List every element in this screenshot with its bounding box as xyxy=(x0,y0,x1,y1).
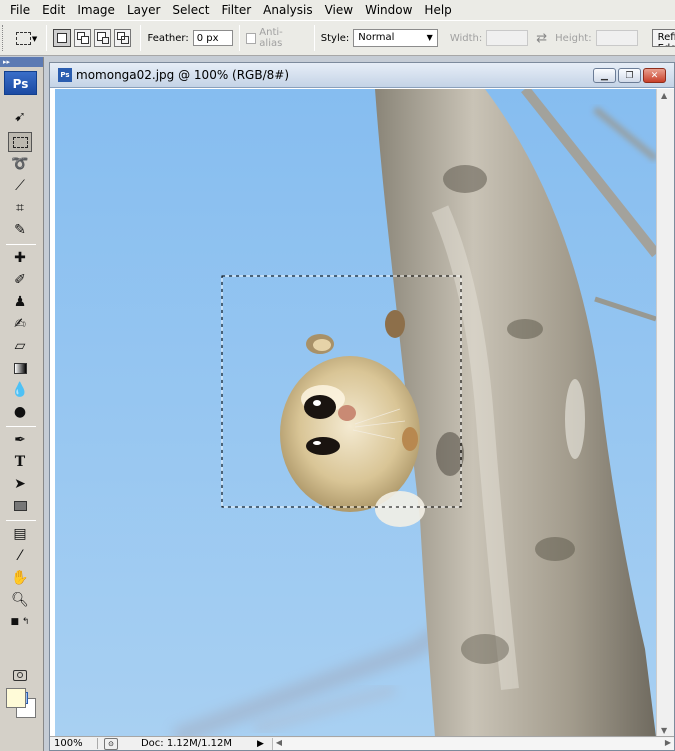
foreground-color-swatch[interactable] xyxy=(6,688,26,708)
doc-size-info: Doc: 1.12M/1.12M xyxy=(140,738,233,749)
quick-mask-icon[interactable] xyxy=(8,665,32,685)
height-label: Height: xyxy=(555,32,592,44)
style-value: Normal xyxy=(358,32,395,43)
feather-label: Feather: xyxy=(147,32,189,44)
type-tool-icon[interactable]: T xyxy=(8,452,32,472)
scroll-down-icon[interactable]: ▼ xyxy=(661,726,667,735)
swap-dimensions-icon[interactable]: ⇄ xyxy=(536,31,547,46)
close-button[interactable]: ✕ xyxy=(643,68,666,83)
menu-layer[interactable]: Layer xyxy=(121,0,166,20)
dodge-tool-icon[interactable]: ● xyxy=(8,402,32,422)
divider xyxy=(6,426,36,427)
image-canvas[interactable] xyxy=(55,89,656,737)
toolbox-collapse-icon[interactable]: ▸▸ xyxy=(0,57,43,67)
options-bar: ▼ Feather: Anti-alias Style: Normal ▼ Wi… xyxy=(0,20,675,56)
toolbox: ▸▸ Ps ➹ ➰ ⟋ ⌗ ✎ ✚ ✐ ♟ ✍ ▱ 💧 ● ✒ T ➤ ▤ ⁄ … xyxy=(0,57,44,751)
add-to-selection-button[interactable] xyxy=(73,29,91,47)
divider xyxy=(313,25,315,51)
menu-analysis[interactable]: Analysis xyxy=(257,0,318,20)
menu-filter[interactable]: Filter xyxy=(215,0,257,20)
rectangle-shape-tool-icon[interactable] xyxy=(8,496,32,516)
scroll-left-icon[interactable]: ◀ xyxy=(276,738,282,747)
minimize-icon: ▁ xyxy=(601,70,608,81)
rectangular-marquee-icon xyxy=(15,31,31,45)
width-input[interactable] xyxy=(486,30,529,46)
photoshop-logo[interactable]: Ps xyxy=(4,71,37,95)
chevron-down-icon: ▼ xyxy=(31,35,38,43)
restore-icon: ❐ xyxy=(625,70,634,81)
window-controls: ▁ ❐ ✕ xyxy=(591,68,666,83)
menu-file[interactable]: File xyxy=(4,0,36,20)
divider xyxy=(6,520,36,521)
history-brush-tool-icon[interactable]: ✍ xyxy=(8,314,32,334)
intersect-selection-button[interactable] xyxy=(114,29,132,47)
menu-window[interactable]: Window xyxy=(359,0,418,20)
slice-tool-icon[interactable]: ✎ xyxy=(8,220,32,240)
status-menu-arrow-icon[interactable]: ▶ xyxy=(257,739,264,749)
status-bar: 100% ⊙ Doc: 1.12M/1.12M ▶ ◀ ▶ xyxy=(50,736,674,750)
menu-view[interactable]: View xyxy=(319,0,359,20)
eyedropper-tool-icon[interactable]: ⁄ xyxy=(8,546,32,566)
width-label: Width: xyxy=(449,32,483,44)
divider xyxy=(46,25,48,51)
magic-wand-tool-icon[interactable]: ⟋ xyxy=(8,176,32,196)
scroll-up-icon[interactable]: ▲ xyxy=(661,91,667,100)
blur-tool-icon[interactable]: 💧 xyxy=(8,380,32,400)
menu-help[interactable]: Help xyxy=(418,0,457,20)
vertical-scrollbar[interactable]: ▲ ▼ xyxy=(656,89,674,737)
divider xyxy=(6,244,36,245)
notes-tool-icon[interactable]: ▤ xyxy=(8,524,32,544)
brush-tool-icon[interactable]: ✐ xyxy=(8,270,32,290)
status-info-icon[interactable]: ⊙ xyxy=(104,737,118,750)
default-colors-icon[interactable]: ■ ↰ xyxy=(8,612,32,632)
horizontal-scrollbar[interactable]: ◀ ▶ xyxy=(271,737,674,750)
menu-image[interactable]: Image xyxy=(71,0,121,20)
menu-select[interactable]: Select xyxy=(166,0,215,20)
pen-tool-icon[interactable]: ✒ xyxy=(8,430,32,450)
menu-edit[interactable]: Edit xyxy=(36,0,71,20)
divider xyxy=(140,25,142,51)
eraser-tool-icon[interactable]: ▱ xyxy=(8,336,32,356)
document-title: momonga02.jpg @ 100% (RGB/8#) xyxy=(76,68,290,82)
tool-preset-picker[interactable]: ▼ xyxy=(6,25,40,51)
crop-tool-icon[interactable]: ⌗ xyxy=(8,198,32,218)
style-label: Style: xyxy=(320,32,350,44)
lasso-tool-icon[interactable]: ➰ xyxy=(8,154,32,174)
subtract-from-selection-button[interactable] xyxy=(93,29,112,47)
healing-brush-tool-icon[interactable]: ✚ xyxy=(8,248,32,268)
ps-document-icon: Ps xyxy=(58,68,72,82)
antialias-checkbox[interactable] xyxy=(245,32,257,44)
minimize-button[interactable]: ▁ xyxy=(593,68,616,83)
document-window: Ps momonga02.jpg @ 100% (RGB/8#) ▁ ❐ ✕ ▲… xyxy=(49,62,675,751)
antialias-label: Anti-alias xyxy=(259,27,283,49)
new-selection-button[interactable] xyxy=(53,29,71,47)
close-icon: ✕ xyxy=(650,70,659,81)
restore-button[interactable]: ❐ xyxy=(618,68,641,83)
rectangular-marquee-tool-icon[interactable] xyxy=(8,132,32,152)
divider xyxy=(238,25,240,51)
style-select[interactable]: Normal ▼ xyxy=(353,29,438,47)
path-selection-tool-icon[interactable]: ➤ xyxy=(8,474,32,494)
flying-squirrel-photo xyxy=(55,89,656,737)
scroll-right-icon[interactable]: ▶ xyxy=(665,738,671,747)
gradient-tool-icon[interactable] xyxy=(8,358,32,378)
zoom-level[interactable]: 100% xyxy=(50,738,98,749)
document-title-bar[interactable]: Ps momonga02.jpg @ 100% (RGB/8#) ▁ ❐ ✕ xyxy=(50,63,674,88)
zoom-tool-icon[interactable]: 🔍︎ xyxy=(8,590,32,610)
chevron-down-icon: ▼ xyxy=(426,33,433,42)
clone-stamp-tool-icon[interactable]: ♟ xyxy=(8,292,32,312)
hand-tool-icon[interactable]: ✋ xyxy=(8,568,32,588)
height-input[interactable] xyxy=(595,30,638,46)
menu-bar: File Edit Image Layer Select Filter Anal… xyxy=(0,0,675,20)
feather-input[interactable] xyxy=(192,30,233,46)
refine-edge-button[interactable]: Refine Edge... xyxy=(651,29,675,47)
move-tool-icon[interactable]: ➹ xyxy=(8,107,32,127)
